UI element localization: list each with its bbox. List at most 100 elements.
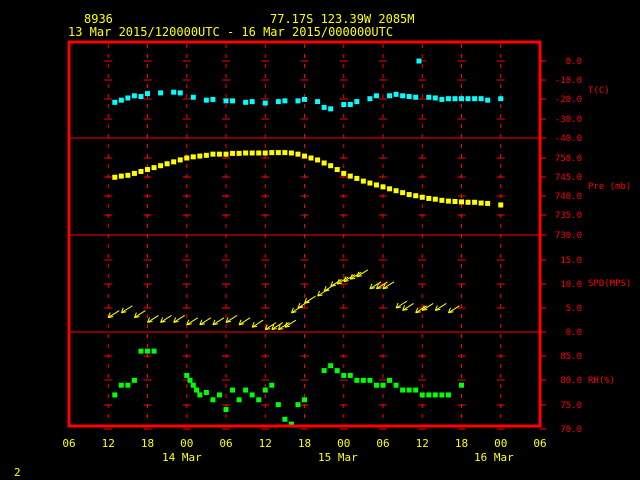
x-tick-label: 12 [416, 437, 429, 450]
temperature-point [452, 96, 458, 102]
rh-point [445, 392, 451, 398]
wind-vector-mark [107, 310, 120, 319]
y-tick-label: -40.0 [555, 134, 582, 144]
temperature-point [302, 96, 307, 102]
pressure-point [282, 150, 288, 156]
x-axis-tick-labels: 06 12 18 00 06 12 18 00 06 12 18 00 06 [62, 437, 546, 450]
temperature-point [439, 96, 445, 102]
wind-vector-mark [356, 269, 369, 278]
rh-point [190, 382, 196, 388]
rh-point [125, 382, 131, 388]
pressure-point [445, 198, 451, 204]
temperature-point [125, 95, 131, 101]
rh-point [406, 387, 412, 393]
pressure-point [354, 175, 360, 181]
wind-panel-label: SPD(MPS) [588, 279, 631, 289]
wind-vector-mark [317, 288, 329, 297]
temperature-point [275, 99, 281, 105]
temperature-point [249, 99, 255, 105]
temperature-point [485, 97, 491, 103]
wind-vector-mark [304, 295, 316, 304]
rh-point [295, 402, 301, 408]
rh-point [282, 416, 288, 422]
rh-point [112, 392, 118, 398]
temperature-point [498, 96, 504, 102]
rh-point [275, 402, 281, 408]
pressure-point [184, 155, 190, 161]
x-tick-label: 12 [102, 437, 115, 450]
temperature-point [400, 93, 406, 99]
wind-vector-mark [173, 314, 185, 323]
y-tick-label: 70.0 [560, 425, 582, 435]
pressure-point [138, 168, 144, 174]
temperature-point [321, 104, 327, 110]
temperature-point [373, 93, 379, 99]
station-meteogram-chart: 8936 77.17S 123.39W 2085M 13 Mar 2015/12… [14, 12, 631, 479]
rh-point [347, 372, 353, 378]
wind-vector-mark [330, 278, 342, 287]
wind-vector-mark [277, 322, 290, 331]
pressure-point [118, 173, 124, 179]
temperature-point [416, 58, 422, 64]
rh-point [360, 377, 366, 383]
pressure-point [334, 167, 340, 173]
x-tick-label: 00 [494, 437, 507, 450]
rh-point [197, 392, 203, 398]
y-tick-label: 745.0 [555, 173, 582, 183]
wind-vector-mark [186, 317, 199, 326]
rh-panel-label: RH(%) [588, 376, 615, 386]
temperature-point [118, 97, 124, 103]
pressure-point [243, 150, 249, 156]
rh-point [341, 372, 347, 378]
wind-vector-mark [336, 276, 349, 285]
y-tick-label: 740.0 [555, 192, 582, 202]
pressure-point [315, 157, 321, 163]
pressure-point [236, 150, 242, 156]
pressure-point [373, 182, 379, 188]
temperature-point [432, 95, 438, 101]
pressure-point [151, 165, 157, 171]
rh-point [138, 348, 144, 354]
temperature-point [367, 96, 373, 102]
temp-panel-label: T(C) [588, 86, 610, 96]
pressure-point [295, 151, 301, 157]
pressure-point [308, 155, 314, 161]
pressure-point [393, 188, 399, 194]
rh-point [459, 382, 464, 388]
y-tick-label: 5.0 [566, 304, 582, 314]
pressure-point [452, 199, 458, 205]
pressure-point [439, 197, 445, 203]
pressure-point [256, 150, 262, 156]
y-tick-label: 80.0 [560, 376, 582, 386]
pressure-point [125, 172, 131, 178]
rh-point [262, 387, 268, 393]
pressure-point [478, 200, 484, 206]
temperature-point [406, 94, 412, 100]
x-tick-label: 06 [533, 437, 546, 450]
rh-point [354, 377, 360, 383]
pressure-point [419, 194, 425, 200]
temperature-point [243, 99, 249, 105]
temperature-point [347, 102, 353, 107]
pressure-point [223, 151, 229, 157]
pressure-point [288, 150, 294, 156]
pressure-point [269, 150, 275, 156]
temperature-point [145, 91, 150, 97]
temperature-point [426, 94, 432, 100]
rh-point [419, 392, 425, 398]
pressure-point [164, 161, 170, 167]
wind-vector-mark [147, 314, 159, 323]
rh-point [439, 392, 445, 398]
pressure-point [158, 163, 164, 169]
pressure-point [485, 200, 491, 206]
y-tick-label: 10.0 [560, 280, 582, 290]
x-tick-label: 18 [141, 437, 154, 450]
pressure-point [498, 202, 504, 208]
pressure-point [341, 170, 347, 176]
rh-point [216, 392, 222, 398]
rh-point [243, 387, 249, 393]
date-label-14mar: 14 Mar [162, 451, 202, 464]
temperature-point [354, 99, 360, 105]
pressure-point [400, 190, 406, 196]
y-tick-label: 0.0 [566, 328, 582, 338]
